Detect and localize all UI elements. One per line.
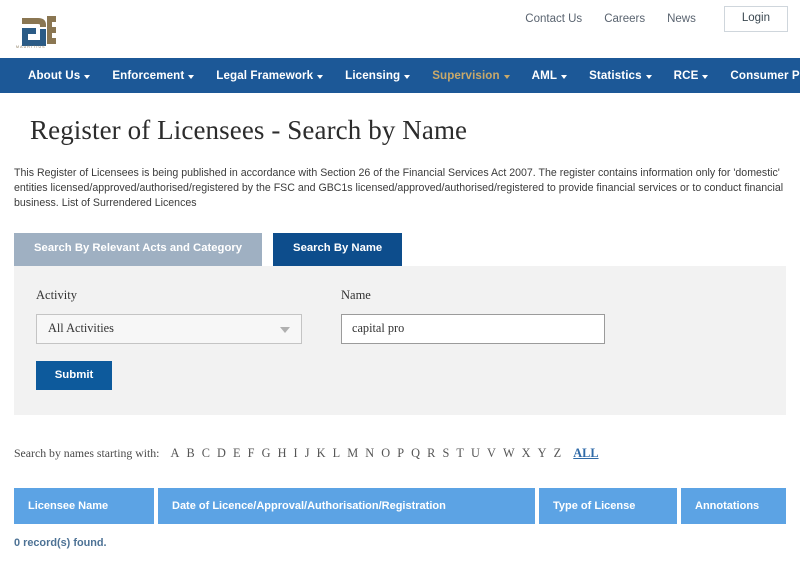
tab-search-by-name[interactable]: Search By Name (273, 233, 403, 266)
chevron-down-icon (503, 75, 510, 79)
register-description: This Register of Licensees is being publ… (14, 167, 784, 209)
alphabet-letter-c[interactable]: C (202, 446, 210, 460)
alphabet-letter-g[interactable]: G (262, 446, 271, 460)
nav-item-consumer-protection[interactable]: Consumer Protection (719, 69, 800, 82)
alphabet-all-link[interactable]: ALL (573, 446, 598, 461)
news-link[interactable]: News (667, 13, 696, 25)
alphabet-letter-u[interactable]: U (471, 446, 480, 460)
nav-item-legal-framework[interactable]: Legal Framework (205, 69, 334, 82)
search-form-panel: Activity All Activities Name Submit (14, 265, 786, 415)
activity-selected-value: All Activities (48, 321, 114, 336)
nav-item-aml[interactable]: AML (521, 69, 578, 82)
alphabet-letter-l[interactable]: L (333, 446, 341, 460)
nav-item-supervision[interactable]: Supervision (421, 69, 520, 82)
login-button[interactable]: Login (723, 6, 788, 32)
logo-caption: MAURITIUS (16, 45, 46, 49)
page-title: Register of Licensees - Search by Name (30, 115, 468, 145)
nav-item-rce[interactable]: RCE (663, 69, 720, 82)
alphabet-letter-j[interactable]: J (305, 446, 310, 460)
alphabet-letter-x[interactable]: X (522, 446, 531, 460)
alphabet-letter-m[interactable]: M (347, 446, 358, 460)
alphabet-letter-r[interactable]: R (427, 446, 435, 460)
chevron-down-icon (645, 75, 652, 79)
alphabet-letter-p[interactable]: P (397, 446, 404, 460)
alphabet-letter-k[interactable]: K (317, 446, 326, 460)
activity-select[interactable]: All Activities (36, 313, 302, 344)
alphabet-letter-d[interactable]: D (217, 446, 226, 460)
chevron-down-icon (702, 75, 709, 79)
careers-link[interactable]: Careers (604, 13, 645, 25)
alphabet-letter-o[interactable]: O (381, 446, 390, 460)
nav-item-label: Supervision (432, 69, 500, 82)
nav-item-statistics[interactable]: Statistics (578, 69, 663, 82)
chevron-down-icon (280, 326, 290, 333)
alphabet-letter-h[interactable]: H (278, 446, 287, 460)
nav-item-label: Enforcement (112, 69, 185, 82)
record-count-text: 0 record(s) found. (14, 536, 107, 549)
nav-item-label: RCE (673, 69, 699, 82)
name-label: Name (341, 287, 371, 302)
nav-item-about-us[interactable]: About Us (17, 69, 101, 82)
search-tabs: Search By Relevant Acts and Category Sea… (14, 233, 800, 266)
alphabet-letter-v[interactable]: V (487, 446, 496, 460)
alphabet-letter-q[interactable]: Q (411, 446, 420, 460)
name-field-group: Name (341, 288, 605, 344)
chevron-down-icon (561, 75, 568, 79)
alphabet-letter-y[interactable]: Y (538, 446, 547, 460)
nav-item-label: About Us (28, 69, 81, 82)
top-utility-nav: Contact Us Careers News Login (525, 6, 788, 32)
alphabet-letters: ABCDEFGHIJKLMNOPQRSTUVWXYZ (170, 444, 568, 462)
field-spacer (302, 288, 341, 344)
column-header-licensee-name[interactable]: Licensee Name (14, 487, 154, 524)
site-header: MAURITIUS Contact Us Careers News Login (0, 0, 800, 58)
nav-item-label: Legal Framework (216, 69, 314, 82)
chevron-down-icon (404, 75, 411, 79)
nav-item-label: Consumer Protection (730, 69, 800, 82)
alphabet-letter-b[interactable]: B (186, 446, 194, 460)
column-header-annotations[interactable]: Annotations (681, 487, 786, 524)
column-header-type-of-license[interactable]: Type of License (539, 487, 677, 524)
chevron-down-icon (84, 75, 91, 79)
alphabet-letter-a[interactable]: A (170, 446, 179, 460)
nav-item-label: AML (531, 69, 558, 82)
alphabet-letter-e[interactable]: E (233, 446, 241, 460)
alphabet-letter-z[interactable]: Z (554, 446, 562, 460)
nav-item-label: Statistics (589, 69, 642, 82)
submit-button[interactable]: Submit (36, 360, 112, 390)
alphabet-letter-i[interactable]: I (294, 446, 298, 460)
tab-search-by-acts-and-category[interactable]: Search By Relevant Acts and Category (14, 233, 263, 266)
contact-us-link[interactable]: Contact Us (525, 13, 582, 25)
activity-field-group: Activity All Activities (36, 288, 302, 344)
alphabet-letter-n[interactable]: N (365, 446, 374, 460)
alphabet-letter-w[interactable]: W (503, 446, 515, 460)
results-table-header: Licensee Name Date of Licence/Approval/A… (14, 487, 786, 524)
alphabet-letter-s[interactable]: S (442, 446, 449, 460)
chevron-down-icon (188, 75, 195, 79)
nav-item-licensing[interactable]: Licensing (334, 69, 421, 82)
alphabet-letter-t[interactable]: T (456, 446, 464, 460)
nav-item-label: Licensing (345, 69, 401, 82)
alphabet-letter-f[interactable]: F (248, 446, 255, 460)
main-navigation: About Us Enforcement Legal Framework Licens… (0, 58, 800, 93)
name-input[interactable] (341, 313, 605, 344)
chevron-down-icon (317, 75, 324, 79)
nav-item-enforcement[interactable]: Enforcement (101, 69, 205, 82)
column-header-date-of-licence[interactable]: Date of Licence/Approval/Authorisation/R… (158, 487, 535, 524)
alphabet-filter: Search by names starting with: ABCDEFGHI… (14, 444, 800, 462)
alphabet-label: Search by names starting with: (14, 445, 160, 460)
activity-label: Activity (36, 287, 77, 302)
